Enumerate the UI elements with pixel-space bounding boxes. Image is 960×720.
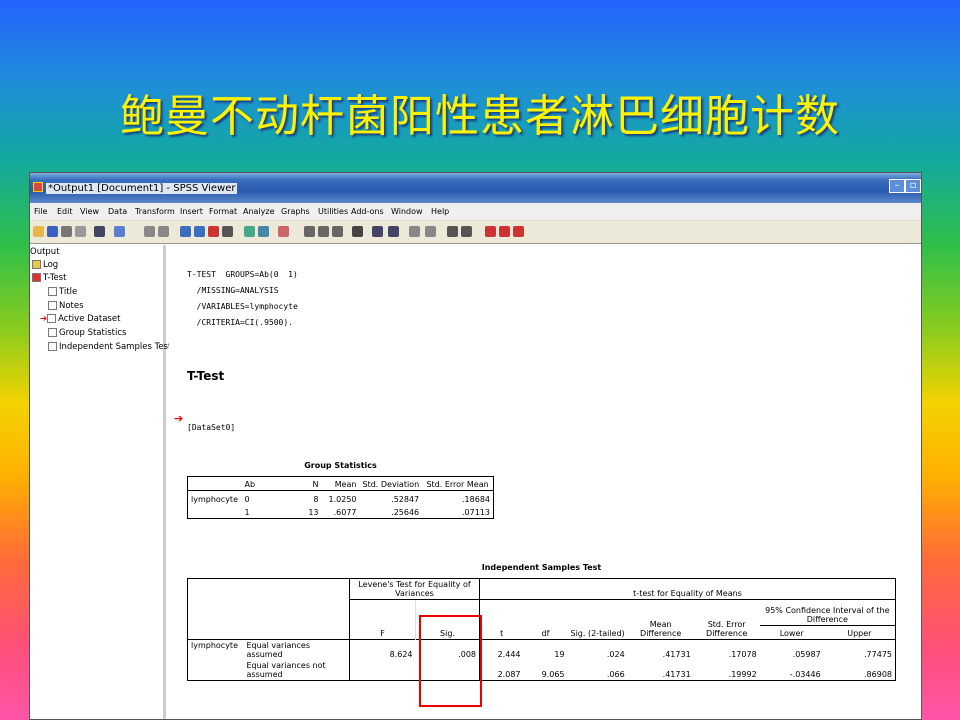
undo-icon[interactable] xyxy=(144,226,155,237)
tree-notes[interactable]: Notes xyxy=(48,301,84,311)
hide-icon[interactable] xyxy=(461,226,472,237)
menu-format[interactable]: Format xyxy=(209,207,237,216)
minimize-button[interactable]: – xyxy=(889,179,905,193)
export-icon[interactable] xyxy=(94,226,105,237)
show-icon[interactable] xyxy=(447,226,458,237)
promote-icon[interactable] xyxy=(372,226,383,237)
menu-graphs[interactable]: Graphs xyxy=(281,207,310,216)
menu-analyze[interactable]: Analyze xyxy=(243,207,275,216)
value-labels-icon[interactable] xyxy=(352,226,363,237)
current-arrow-icon: ➔ xyxy=(40,314,48,324)
print-icon[interactable] xyxy=(61,226,72,237)
title-icon xyxy=(48,287,57,296)
table-row: lymphocyte 0 8 1.0250 .52847 .18684 xyxy=(191,494,490,504)
current-item-arrow-icon: ➔ xyxy=(174,412,184,425)
tree-group-statistics[interactable]: Group Statistics xyxy=(48,328,126,338)
demote-icon[interactable] xyxy=(388,226,399,237)
table-row: Equal variances not assumed 2.087 9.065 … xyxy=(188,660,896,681)
save-icon[interactable] xyxy=(47,226,58,237)
open-icon[interactable] xyxy=(33,226,44,237)
group-statistics-table: Ab N Mean Std. Deviation Std. Error Mean… xyxy=(187,476,494,519)
menu-insert[interactable]: Insert xyxy=(180,207,203,216)
insert-heading-icon[interactable] xyxy=(485,226,496,237)
toolbar xyxy=(30,221,921,244)
outline-pane: Output Log T-Test Title Notes ➔ Active Da… xyxy=(30,245,171,719)
independent-test-caption: Independent Samples Test xyxy=(481,563,602,572)
tree-ttest[interactable]: T-Test xyxy=(32,273,66,283)
menu-help[interactable]: Help xyxy=(431,207,449,216)
redo-icon[interactable] xyxy=(158,226,169,237)
expand-icon[interactable] xyxy=(409,226,420,237)
menu-addons[interactable]: Add-ons xyxy=(351,207,384,216)
title-bar: *Output1 [Document1] - SPSS Viewer – ▫ xyxy=(30,173,921,203)
procedure-icon xyxy=(32,273,41,282)
table-row: 1 13 .6077 .25646 .07113 xyxy=(244,508,491,517)
menu-transform[interactable]: Transform xyxy=(135,207,175,216)
insert-cases-icon[interactable] xyxy=(258,226,269,237)
table-icon xyxy=(48,328,57,337)
sig-highlight-box xyxy=(419,615,482,707)
menu-data[interactable]: Data xyxy=(108,207,127,216)
app-icon xyxy=(33,182,43,192)
goto-data-icon[interactable] xyxy=(180,226,191,237)
dataset-label: [DataSet0] xyxy=(187,423,236,432)
spss-viewer-window: *Output1 [Document1] - SPSS Viewer – ▫ F… xyxy=(29,172,922,720)
log-icon xyxy=(32,260,41,269)
output-pane: T-TEST GROUPS=Ab(0 1) /MISSING=ANALYSIS … xyxy=(169,245,921,719)
table-row: lymphocyte Equal variances assumed 8.624… xyxy=(191,639,892,660)
table-icon xyxy=(48,342,57,351)
designate-window-icon[interactable] xyxy=(222,226,233,237)
menu-edit[interactable]: Edit xyxy=(57,207,73,216)
find-icon[interactable] xyxy=(244,226,255,237)
menu-view[interactable]: View xyxy=(80,207,99,216)
syntax-block: T-TEST GROUPS=Ab(0 1) /MISSING=ANALYSIS … xyxy=(187,270,298,327)
recall-dialog-icon[interactable] xyxy=(114,226,125,237)
ttest-heading: T-Test xyxy=(187,369,225,383)
select-cases-icon[interactable] xyxy=(332,226,343,237)
menu-utilities[interactable]: Utilities xyxy=(318,207,348,216)
tree-title[interactable]: Title xyxy=(48,287,77,297)
tree-active-dataset[interactable]: ➔ Active Dataset xyxy=(40,314,120,324)
dataset-icon xyxy=(47,314,57,323)
insert-title-icon[interactable] xyxy=(499,226,510,237)
menu-file[interactable]: File xyxy=(34,207,47,216)
tree-output[interactable]: Output xyxy=(30,247,60,257)
tree-log[interactable]: Log xyxy=(32,260,58,270)
goto-case-icon[interactable] xyxy=(194,226,205,237)
group-stats-caption: Group Statistics xyxy=(304,461,377,470)
window-title: *Output1 [Document1] - SPSS Viewer xyxy=(46,183,238,194)
split-file-icon[interactable] xyxy=(304,226,315,237)
menu-window[interactable]: Window xyxy=(391,207,423,216)
insert-variable-icon[interactable] xyxy=(278,226,289,237)
menu-bar: File Edit View Data Transform Insert For… xyxy=(30,203,921,221)
variables-icon[interactable] xyxy=(208,226,219,237)
notes-icon xyxy=(48,301,57,310)
collapse-icon[interactable] xyxy=(425,226,436,237)
slide-title: 鲍曼不动杆菌阳性患者淋巴细胞计数 xyxy=(120,91,840,142)
restore-button[interactable]: ▫ xyxy=(905,179,921,193)
insert-text-icon[interactable] xyxy=(513,226,524,237)
tree-independent-test[interactable]: Independent Samples Test xyxy=(48,342,171,352)
independent-samples-table: Levene's Test for Equality of Variances … xyxy=(187,578,896,681)
print-preview-icon[interactable] xyxy=(75,226,86,237)
weight-cases-icon[interactable] xyxy=(318,226,329,237)
